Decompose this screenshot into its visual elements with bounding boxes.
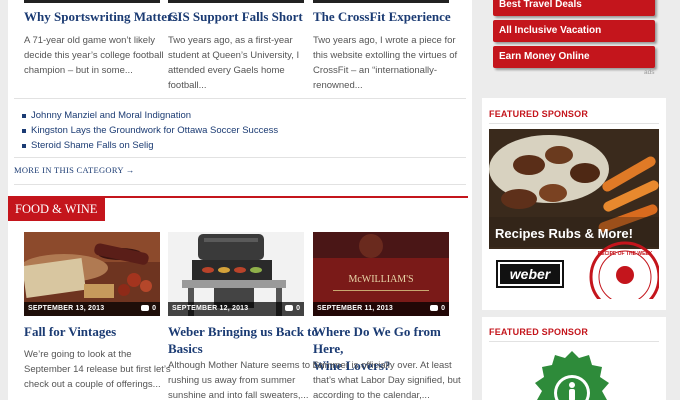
post-date: SEPTEMBER 13, 2013 (24, 302, 160, 316)
story-excerpt: Two years ago, I wrote a piece for this … (313, 35, 458, 91)
story-excerpt: Two years ago, as a first-year student a… (168, 35, 300, 91)
divider (489, 341, 659, 342)
sidebar: Best Travel Deals All Inclusive Vacation… (482, 0, 672, 400)
story-title-link[interactable]: Why Sportswriting Matters (24, 8, 178, 25)
related-posts-list: Johnny Manziel and Moral Indignation Kin… (22, 108, 278, 153)
post-excerpt: We’re going to look at the September 14 … (24, 349, 171, 390)
wine-label-text: McWILLIAM'S (348, 274, 413, 285)
more-in-category-link[interactable]: MORE IN THIS CATEGORY → (14, 165, 135, 175)
related-post-link[interactable]: Kingston Lays the Groundwork for Ottawa … (22, 123, 278, 138)
post-thumbnail[interactable]: McWILLIAM'S SEPTEMBER 11, 2013 0 (313, 232, 449, 316)
comment-count[interactable]: 0 (141, 302, 156, 316)
comment-icon (141, 305, 150, 311)
weber-logo-text: weber (510, 266, 552, 282)
sponsor-ad-banner[interactable]: Recipes Rubs & More! weber RECIPE OF THE… (489, 129, 659, 299)
ad-button-money[interactable]: Earn Money Online (493, 46, 655, 68)
featured-sponsor-box: FEATURED SPONSOR (482, 317, 666, 400)
post-date: SEPTEMBER 12, 2013 (168, 302, 304, 316)
category-heading[interactable]: FOOD & WINE (8, 198, 105, 221)
related-post-link[interactable]: Johnny Manziel and Moral Indignation (22, 108, 278, 123)
story-thumb-strip[interactable] (24, 0, 160, 3)
sponsor-seal-icon[interactable] (527, 351, 617, 400)
comment-count[interactable]: 0 (430, 302, 445, 316)
post-excerpt: Although Mother Nature seems to be rushi… (168, 360, 324, 400)
main-content: Why Sportswriting Matters A 71-year old … (8, 0, 472, 400)
sponsor-tagline: Recipes Rubs & More! (495, 226, 633, 241)
story-title-link[interactable]: CIS Support Falls Short (168, 8, 303, 25)
divider (14, 184, 466, 185)
comment-icon (430, 305, 439, 311)
divider (489, 123, 659, 124)
featured-sponsor-box: FEATURED SPONSOR Recipes Rubs & More! we… (482, 98, 666, 310)
sponsor-heading: FEATURED SPONSOR (489, 109, 589, 119)
comment-count[interactable]: 0 (285, 302, 300, 316)
related-post-link[interactable]: Steroid Shame Falls on Selig (22, 138, 278, 153)
post-thumbnail[interactable]: SEPTEMBER 13, 2013 0 (24, 232, 160, 316)
story-thumb-strip[interactable] (313, 0, 449, 3)
post-date: SEPTEMBER 11, 2013 (313, 302, 449, 316)
post-title-link[interactable]: Fall for Vintages (24, 323, 116, 340)
recipe-stamp-text: RECIPE OF THE WEEK (598, 251, 653, 257)
comment-icon (285, 305, 294, 311)
story-thumb-strip[interactable] (168, 0, 304, 3)
divider (14, 157, 466, 158)
sponsor-heading: FEATURED SPONSOR (489, 327, 589, 337)
weber-ad-image: Recipes Rubs & More! weber RECIPE OF THE… (489, 129, 659, 299)
ads-label: ads (644, 69, 655, 76)
post-title-link[interactable]: Weber Bringing us Back to Basics (168, 323, 318, 357)
post-thumbnail[interactable]: SEPTEMBER 12, 2013 0 (168, 232, 304, 316)
ad-button-vacation[interactable]: All Inclusive Vacation (493, 20, 655, 42)
ad-button-travel[interactable]: Best Travel Deals (493, 0, 655, 16)
story-title-link[interactable]: The CrossFit Experience (313, 8, 451, 25)
story-excerpt: A 71-year old game won’t likely decide t… (24, 35, 164, 76)
post-excerpt: Summer is officially over. At least that… (313, 360, 461, 400)
divider (14, 98, 466, 99)
